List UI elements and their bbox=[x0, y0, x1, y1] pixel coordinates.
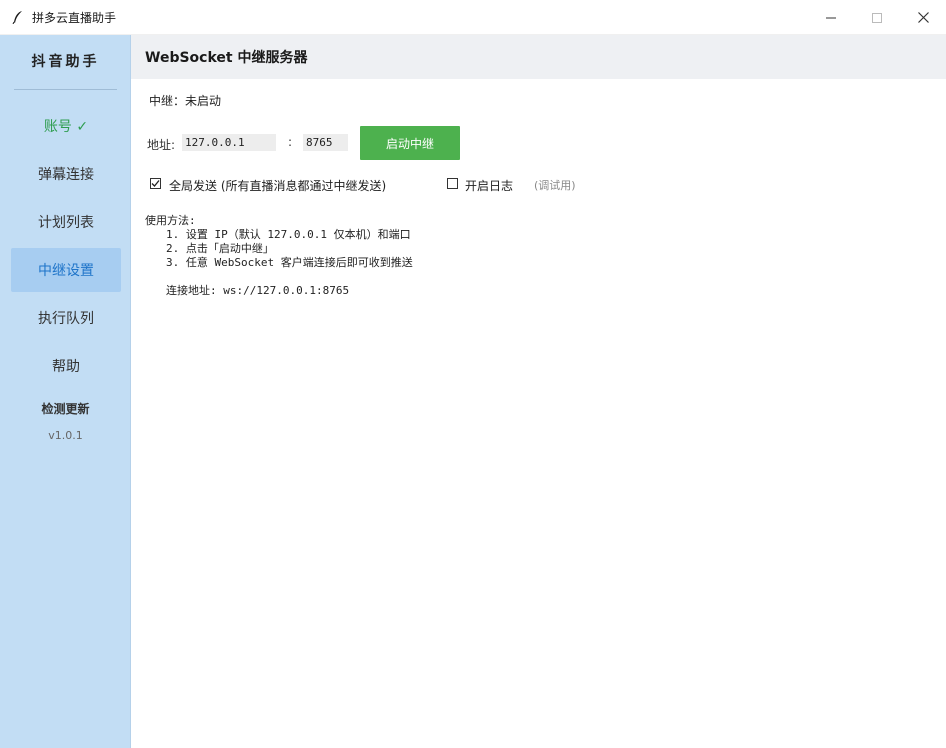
sidebar: 抖音助手 账号 ✓ 弹幕连接 计划列表 中继设置 执行队列 帮助 检测更新 v1… bbox=[0, 35, 131, 748]
check-update-link[interactable]: 检测更新 bbox=[0, 400, 131, 417]
global-send-checkbox[interactable] bbox=[150, 178, 161, 189]
close-button[interactable] bbox=[900, 0, 946, 35]
address-label: 地址: bbox=[147, 138, 176, 152]
app-brand: 抖音助手 bbox=[31, 54, 100, 70]
close-icon bbox=[917, 12, 929, 23]
port-separator: : bbox=[288, 135, 293, 149]
port-input[interactable]: 8765 bbox=[303, 134, 348, 151]
relay-status: 中继：未启动 bbox=[149, 94, 222, 108]
sidebar-item-plan-list[interactable]: 计划列表 bbox=[11, 200, 121, 244]
title-bar: 拼多云直播助手 bbox=[0, 0, 946, 35]
options-row: 全局发送 (所有直播消息都通过中继发送) 开启日志 (调试用) bbox=[150, 177, 750, 193]
usage-step: 1. 设置 IP（默认 127.0.0.1 仅本机）和端口 bbox=[166, 228, 411, 241]
maximize-button[interactable] bbox=[854, 0, 900, 35]
page-title: WebSocket 中继服务器 bbox=[145, 50, 308, 66]
maximize-icon bbox=[872, 12, 882, 23]
sidebar-item-help[interactable]: 帮助 bbox=[11, 344, 121, 388]
window-controls bbox=[808, 0, 946, 35]
connect-address: 连接地址: ws://127.0.0.1:8765 bbox=[166, 284, 350, 297]
version-label: v1.0.1 bbox=[48, 429, 83, 442]
usage-title: 使用方法: bbox=[145, 214, 196, 227]
sidebar-item-relay-settings[interactable]: 中继设置 bbox=[11, 248, 121, 292]
usage-spacer bbox=[145, 270, 645, 284]
start-relay-button[interactable]: 启动中继 bbox=[360, 126, 460, 160]
debug-note: (调试用) bbox=[534, 179, 576, 192]
sidebar-item-account[interactable]: 账号 ✓ bbox=[11, 104, 121, 148]
address-row: 地址: 127.0.0.1 : 8765 启动中继 bbox=[147, 126, 647, 160]
page-header: WebSocket 中继服务器 bbox=[131, 35, 946, 79]
usage-step: 3. 任意 WebSocket 客户端连接后即可收到推送 bbox=[166, 256, 413, 269]
usage-step: 2. 点击「启动中继」 bbox=[166, 242, 274, 255]
usage-instructions: 使用方法: 1. 设置 IP（默认 127.0.0.1 仅本机）和端口 2. 点… bbox=[145, 214, 645, 298]
sidebar-item-exec-queue[interactable]: 执行队列 bbox=[11, 296, 121, 340]
minimize-icon bbox=[826, 17, 836, 18]
window-title: 拼多云直播助手 bbox=[32, 10, 117, 25]
host-input[interactable]: 127.0.0.1 bbox=[182, 134, 276, 151]
main-panel: 中继：未启动 地址: 127.0.0.1 : 8765 启动中继 全局发送 (所… bbox=[131, 79, 946, 748]
enable-log-label[interactable]: 开启日志 bbox=[465, 177, 513, 194]
checkmark-icon bbox=[151, 180, 160, 187]
brand-divider bbox=[14, 89, 117, 90]
feather-icon bbox=[11, 10, 25, 24]
sidebar-item-danmaku[interactable]: 弹幕连接 bbox=[11, 152, 121, 196]
global-send-label[interactable]: 全局发送 (所有直播消息都通过中继发送) bbox=[169, 177, 386, 194]
enable-log-checkbox[interactable] bbox=[447, 178, 458, 189]
minimize-button[interactable] bbox=[808, 0, 854, 35]
